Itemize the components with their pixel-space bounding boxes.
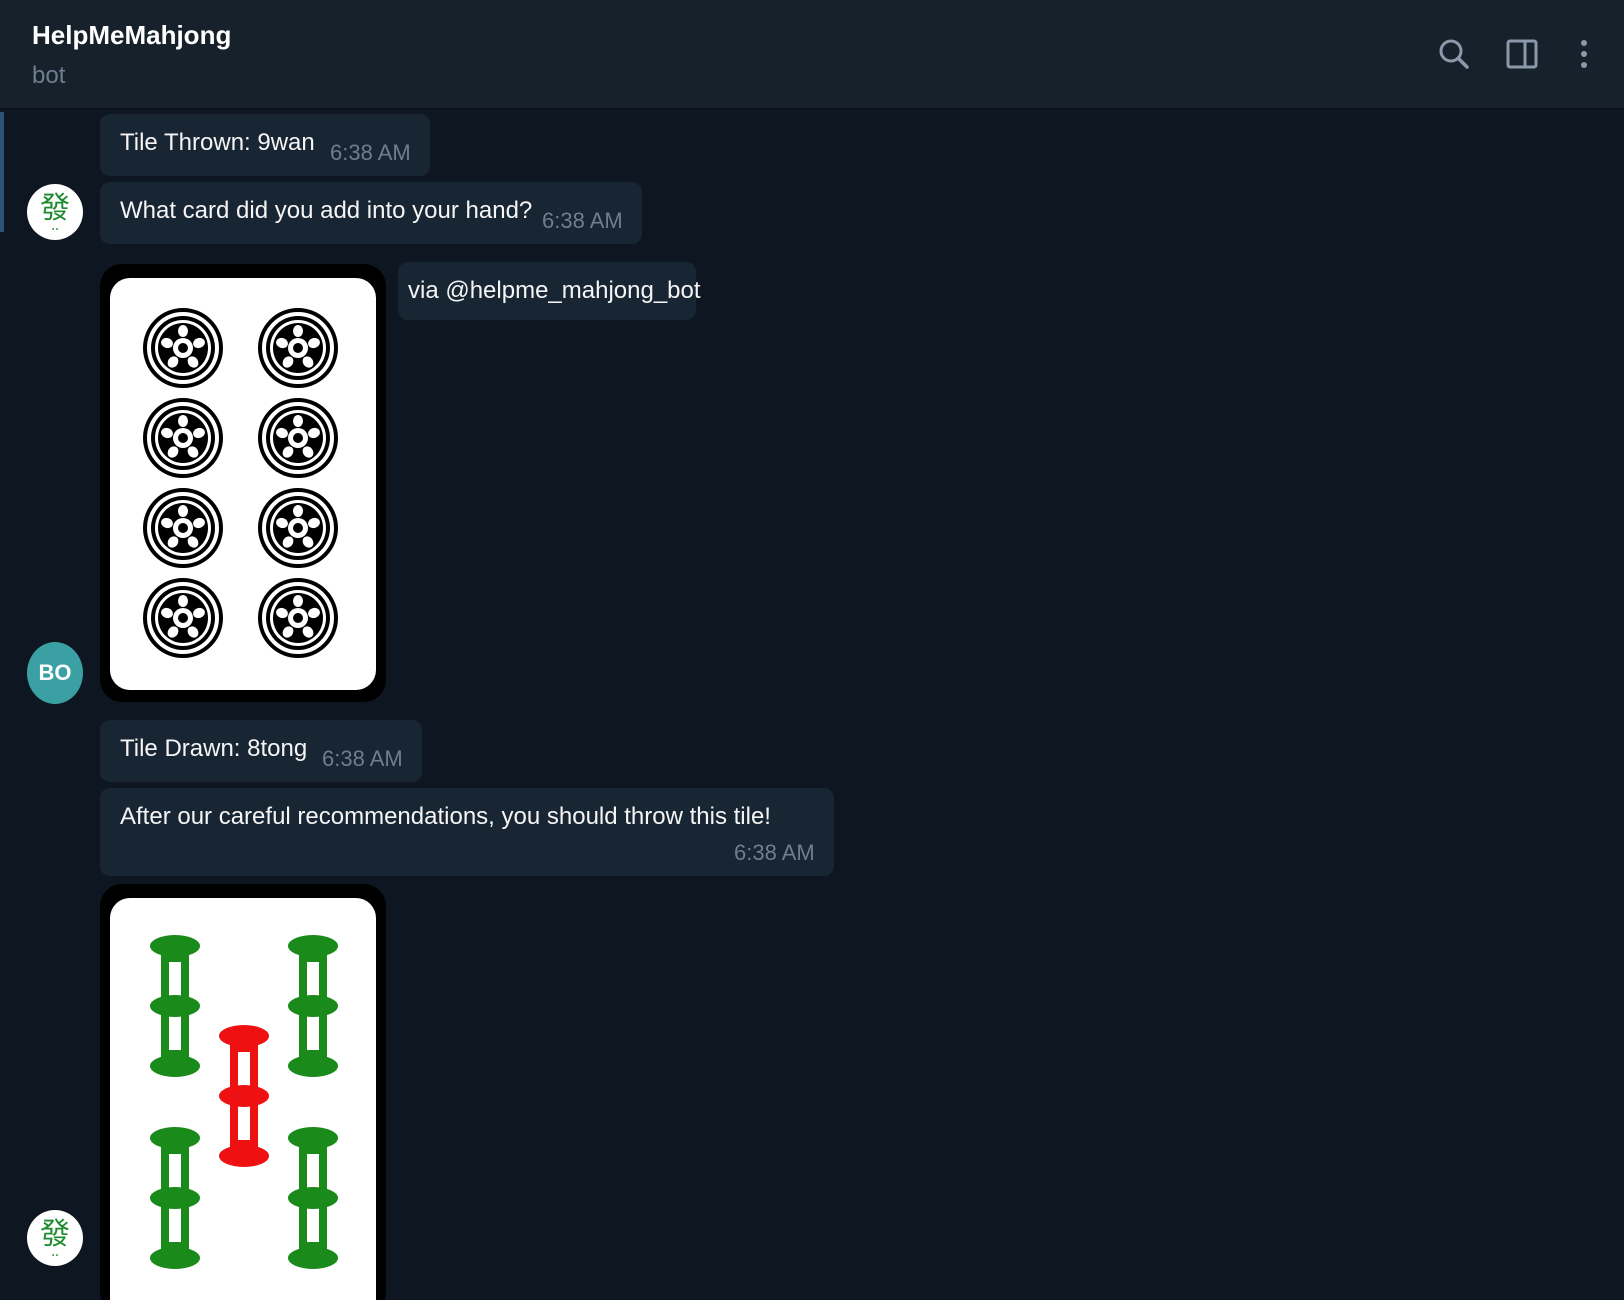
message-tile-thrown[interactable]: Tile Thrown: 9wan 6:38 AM <box>100 114 430 176</box>
message-time: 6:38 AM <box>542 208 623 233</box>
scroll-indicator <box>0 112 4 232</box>
sidebar-toggle-icon[interactable] <box>1500 32 1544 76</box>
tile-sticker-5tiao[interactable] <box>100 884 386 1300</box>
message-text: Tile Thrown: 9wan <box>120 129 315 156</box>
fa-tile-logo-icon: 發 <box>40 1217 70 1252</box>
message-text: Tile Drawn: 8tong <box>120 735 308 762</box>
more-vertical-icon[interactable] <box>1562 32 1606 76</box>
chat-title[interactable]: HelpMeMahjong <box>32 20 231 51</box>
five-bamboo-tile-icon <box>150 935 338 1269</box>
tile-sticker-8tong[interactable] <box>100 264 386 702</box>
eight-circles-tile-icon <box>143 308 338 658</box>
message-recommendation[interactable]: After our careful recommendations, you s… <box>100 788 834 876</box>
message-question[interactable]: What card did you add into your hand? 6:… <box>100 182 642 244</box>
message-time: 6:38 AM <box>734 840 815 865</box>
message-text: What card did you add into your hand? <box>120 197 533 224</box>
search-icon[interactable] <box>1432 32 1476 76</box>
fa-tile-logo-icon: 發 <box>40 191 70 226</box>
message-time: 6:38 AM <box>322 746 403 771</box>
message-time: 6:38 AM <box>330 140 411 165</box>
message-tile-drawn[interactable]: Tile Drawn: 8tong 6:38 AM <box>100 720 422 782</box>
avatar-caption: • • <box>52 1253 58 1259</box>
bot-avatar[interactable]: 發 • • <box>27 184 83 240</box>
avatar-caption: • • <box>52 227 58 233</box>
chat-header: HelpMeMahjong bot <box>0 0 1624 109</box>
chat-window: HelpMeMahjong bot Tile Thrown: 9wan 6:38… <box>0 0 1624 1300</box>
tile-face <box>110 898 376 1300</box>
user-initials: BO <box>38 660 72 685</box>
via-text: via @helpme_mahjong_bot <box>408 277 701 304</box>
bot-avatar[interactable]: 發 • • <box>27 1210 83 1266</box>
chat-subtitle: bot <box>32 62 66 89</box>
message-text: After our careful recommendations, you s… <box>120 803 771 830</box>
user-avatar[interactable]: BO <box>27 642 83 704</box>
via-bot-label[interactable]: via @helpme_mahjong_bot <box>398 262 701 320</box>
tile-face <box>110 278 376 690</box>
